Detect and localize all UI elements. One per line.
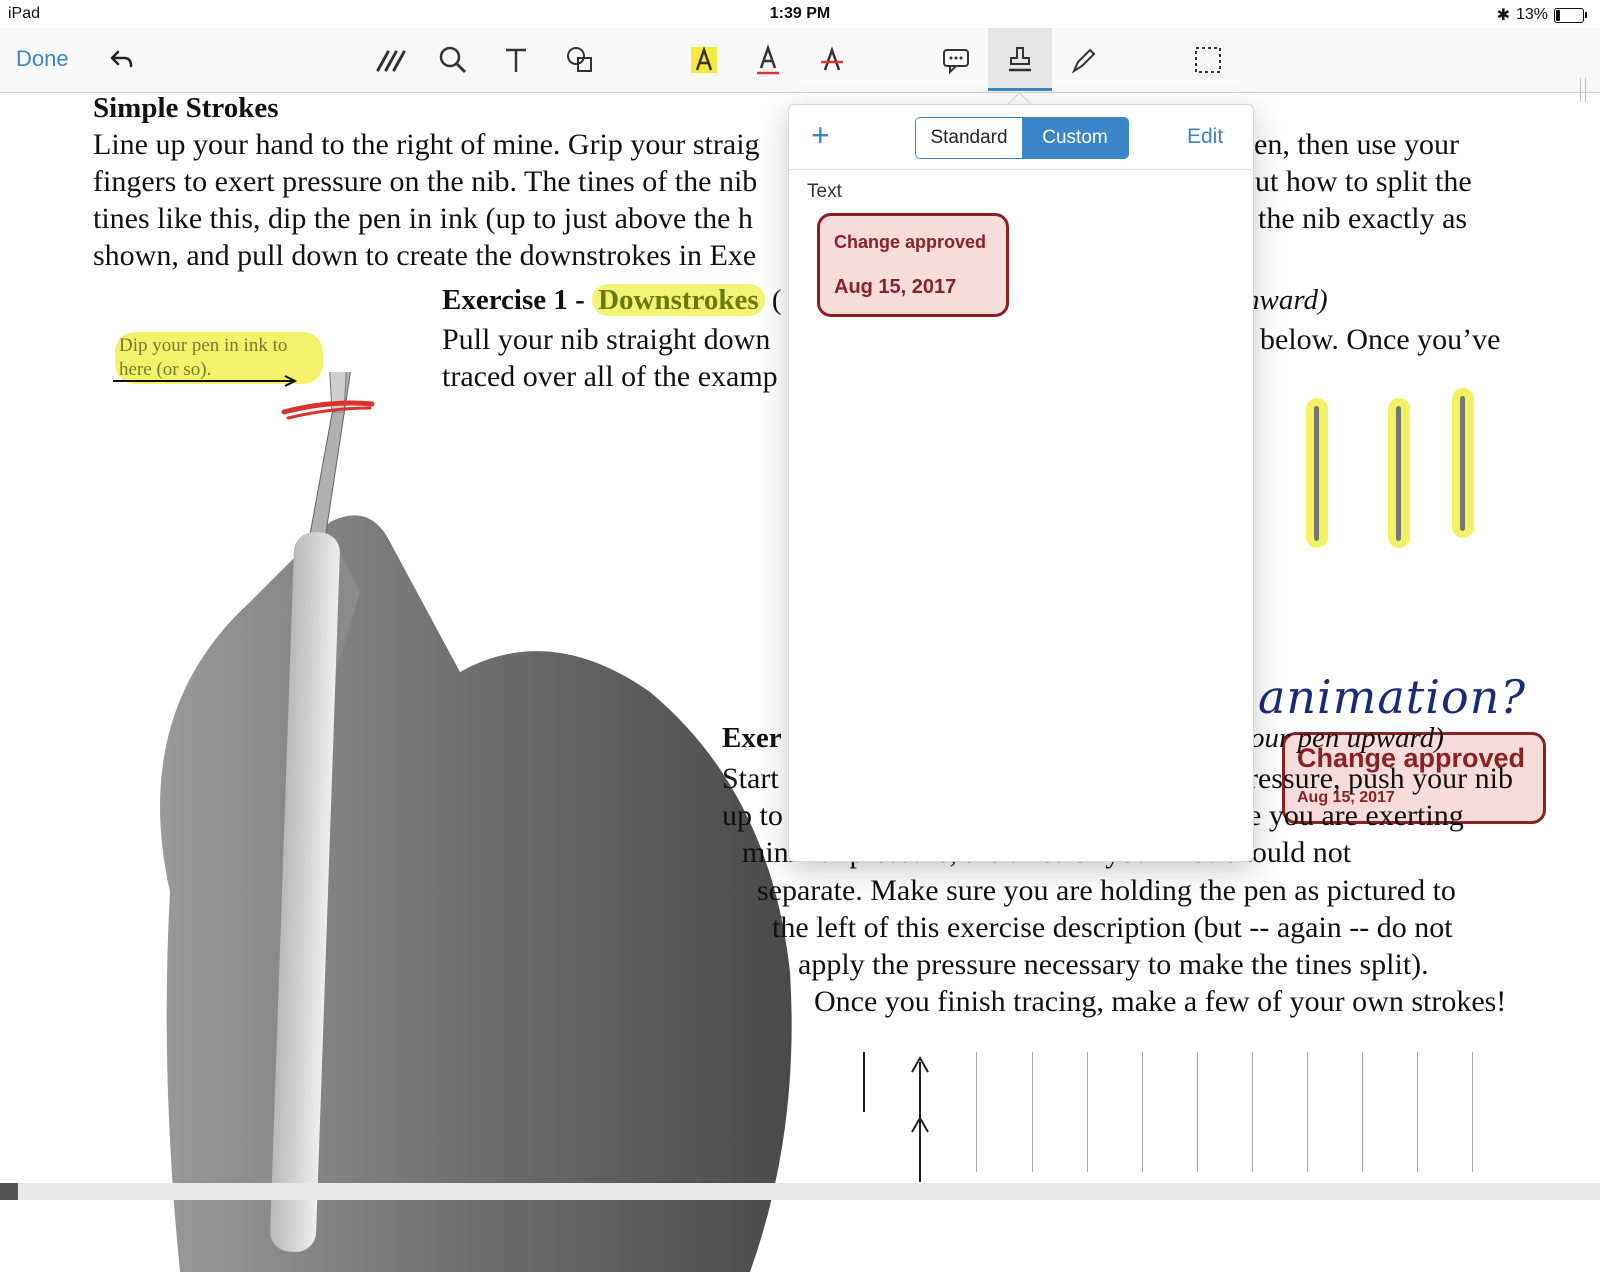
page-scrubber[interactable] [0,1183,1600,1200]
shapes-icon[interactable] [556,36,604,84]
practice-stroke[interactable] [1388,398,1410,548]
tracing-guide-line [1472,1052,1473,1172]
custom-stamp-item[interactable]: Change approved Aug 15, 2017 [817,213,1009,317]
para1-line4-left: shown, and pull down to create the downs… [93,239,757,272]
para2-line1-left: Pull your nib straight down [442,323,771,356]
tracing-guide-line [1362,1052,1363,1172]
signature-icon[interactable] [1060,36,1108,84]
para2-line2-left: traced over all of the examp [442,360,778,393]
para3-line4: separate. Make sure you are holding the … [757,874,1456,907]
exercise1-paren: ( [764,284,782,316]
status-right: ✱ 13% [1496,5,1587,25]
section-label: Text [807,181,842,202]
exercise1-prefix: Exercise 1 - [442,284,593,316]
stamp-type-segmented-control: Standard Custom [915,117,1129,159]
tracing-guide-line [1252,1052,1253,1172]
page-scrubber-knob[interactable] [0,1183,18,1200]
tracing-guide-line [976,1052,977,1172]
exercise2-title-left: Exer [722,722,782,754]
undo-icon[interactable] [96,36,144,84]
stamp-item-date: Aug 15, 2017 [834,276,957,298]
status-bar: iPad 1:39 PM ✱ 13% [0,0,1600,28]
status-time: 1:39 PM [769,5,831,22]
hand-holding-pen-image [160,372,792,1272]
upstroke-arrows [863,1052,929,1182]
para3-line5: the left of this exercise description (b… [772,911,1453,944]
selection-icon[interactable] [1184,36,1232,84]
para3-line6: apply the pressure necessary to make the… [798,948,1429,981]
para3-line2-left: up to [722,799,783,832]
segment-custom[interactable]: Custom [1022,118,1128,158]
tracing-guide-line [1417,1052,1418,1172]
segment-standard[interactable]: Standard [916,118,1022,158]
popover-header: + Standard Custom Edit [789,105,1253,170]
done-button[interactable]: Done [16,46,69,72]
battery-percent: 13% [1515,6,1548,23]
stamp-icon[interactable] [996,36,1044,84]
exercise1-title-right: nward) [1245,284,1328,316]
para3-line1-right: ressure, push your nib [1248,762,1513,795]
active-tool-indicator [988,88,1052,91]
para3-line1-left: Start [722,762,779,795]
tracing-guide-line [1032,1052,1033,1172]
para1-line2-right: out how to split the [1240,165,1472,198]
tracing-guide-line [1087,1052,1088,1172]
exercise1-title: Exercise 1 - Downstrokes ( [442,284,782,317]
arrow-to-ink-level [113,375,298,387]
underline-text-icon[interactable] [744,36,792,84]
bluetooth-icon: ✱ [1496,7,1510,24]
battery-icon [1554,7,1587,23]
strikethrough-text-icon[interactable] [808,36,856,84]
tracing-guide-line [1197,1052,1198,1172]
edit-button[interactable]: Edit [1187,125,1223,149]
section-heading: Simple Strokes [93,92,279,124]
para1-line2-left: fingers to exert pressure on the nib. Th… [93,165,758,198]
red-ink-mark [281,400,375,420]
text-tool-icon[interactable] [492,36,540,84]
stamp-popover: + Standard Custom Edit Text Change appro… [788,104,1254,862]
add-stamp-button[interactable]: + [811,119,830,151]
para1-line1-left: Line up your hand to the right of mine. … [93,128,760,161]
exercise1-highlight: Downstrokes [592,284,765,316]
para2-line1-right: below. Once you’ve [1260,323,1501,356]
stamp-item-title: Change approved [834,232,987,252]
tracing-guide-line [1142,1052,1143,1172]
handwritten-note[interactable]: animation? [1258,670,1526,724]
exercise2-title-right: our pen upward) [1250,722,1444,754]
pencils-icon[interactable] [366,36,414,84]
practice-stroke[interactable] [1452,388,1474,538]
para1-line1-right: en, then use your [1254,128,1459,161]
para3-line7: Once you finish tracing, make a few of y… [814,985,1507,1018]
tracing-guide-line [1307,1052,1308,1172]
para1-line3-right: the nib exactly as [1258,202,1468,235]
highlight-text-icon[interactable] [680,36,728,84]
para3-line2-right: e you are exerting [1248,799,1464,832]
zoom-icon[interactable] [429,36,477,84]
practice-stroke[interactable] [1306,398,1328,548]
comment-icon[interactable] [932,36,980,84]
para1-line3-left: tines like this, dip the pen in ink (up … [93,202,753,235]
annotation-toolbar: Done [0,28,1600,102]
